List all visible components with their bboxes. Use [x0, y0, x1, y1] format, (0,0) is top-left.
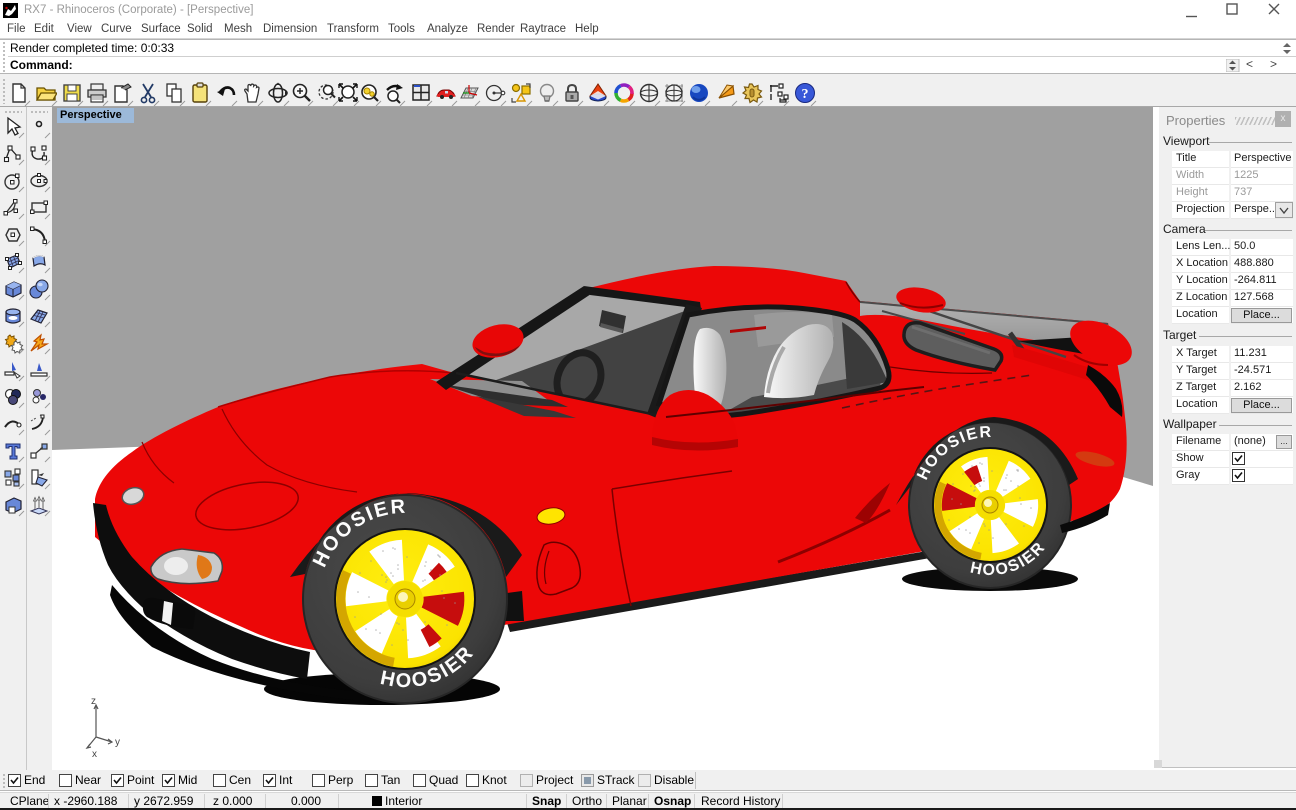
svg-text:?: ?: [802, 87, 809, 102]
svg-text:y: y: [115, 737, 120, 748]
svg-text:x: x: [92, 749, 97, 760]
svg-text:z: z: [91, 696, 96, 707]
